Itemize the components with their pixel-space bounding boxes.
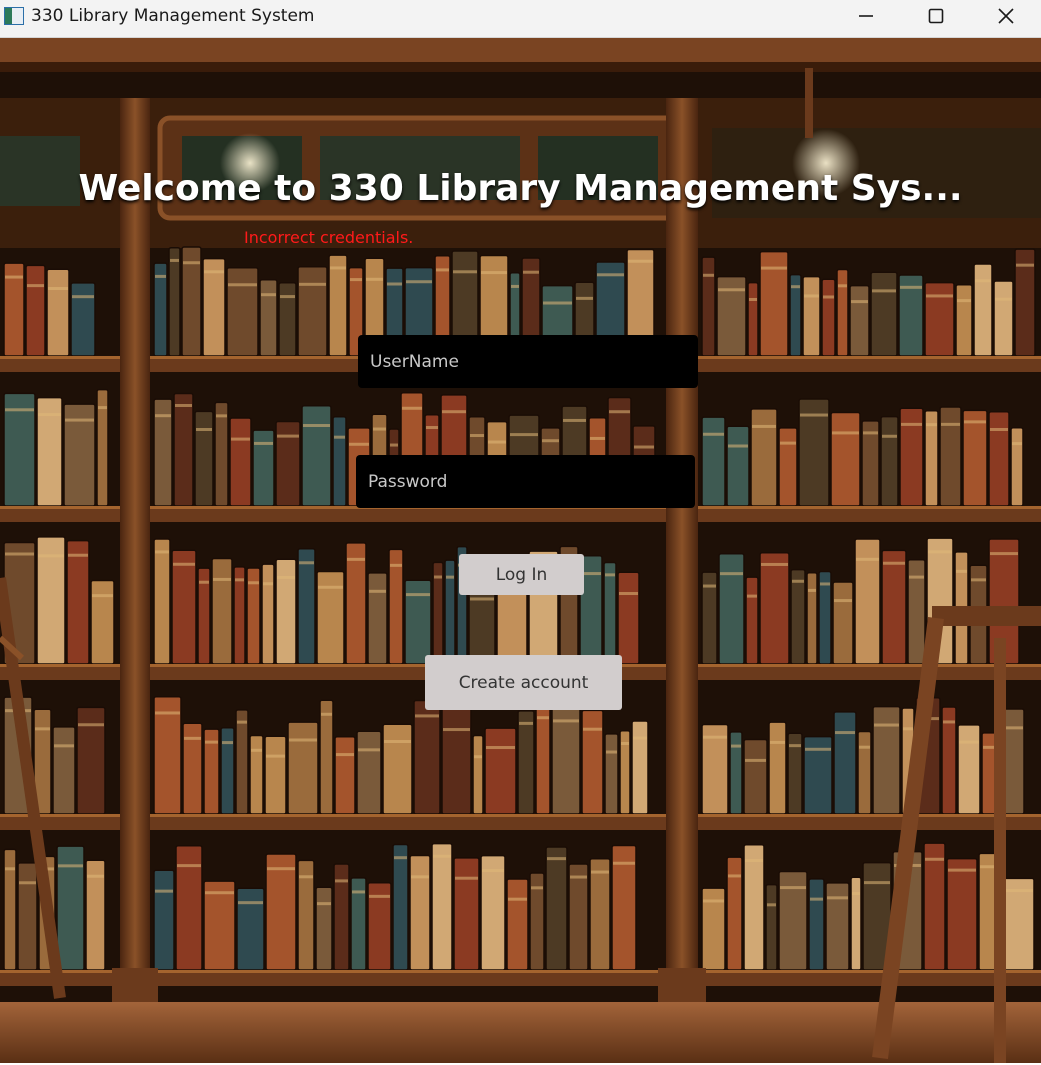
close-icon [998, 8, 1014, 24]
minimize-button[interactable] [831, 0, 901, 32]
username-input[interactable] [358, 335, 698, 388]
password-input[interactable] [356, 455, 695, 508]
maximize-button[interactable] [901, 0, 971, 32]
error-message: Incorrect credentials. [244, 228, 414, 247]
login-window-content: Welcome to 330 Library Management Sys...… [0, 38, 1041, 1063]
maximize-icon [928, 8, 944, 24]
welcome-heading: Welcome to 330 Library Management Sys... [78, 168, 963, 209]
title-bar: 330 Library Management System [0, 0, 1041, 38]
create-account-button[interactable]: Create account [425, 655, 622, 710]
window-title: 330 Library Management System [31, 6, 315, 26]
close-button[interactable] [971, 0, 1041, 32]
app-window-icon [4, 7, 24, 25]
login-button[interactable]: Log In [459, 554, 584, 595]
minimize-icon [859, 15, 873, 17]
